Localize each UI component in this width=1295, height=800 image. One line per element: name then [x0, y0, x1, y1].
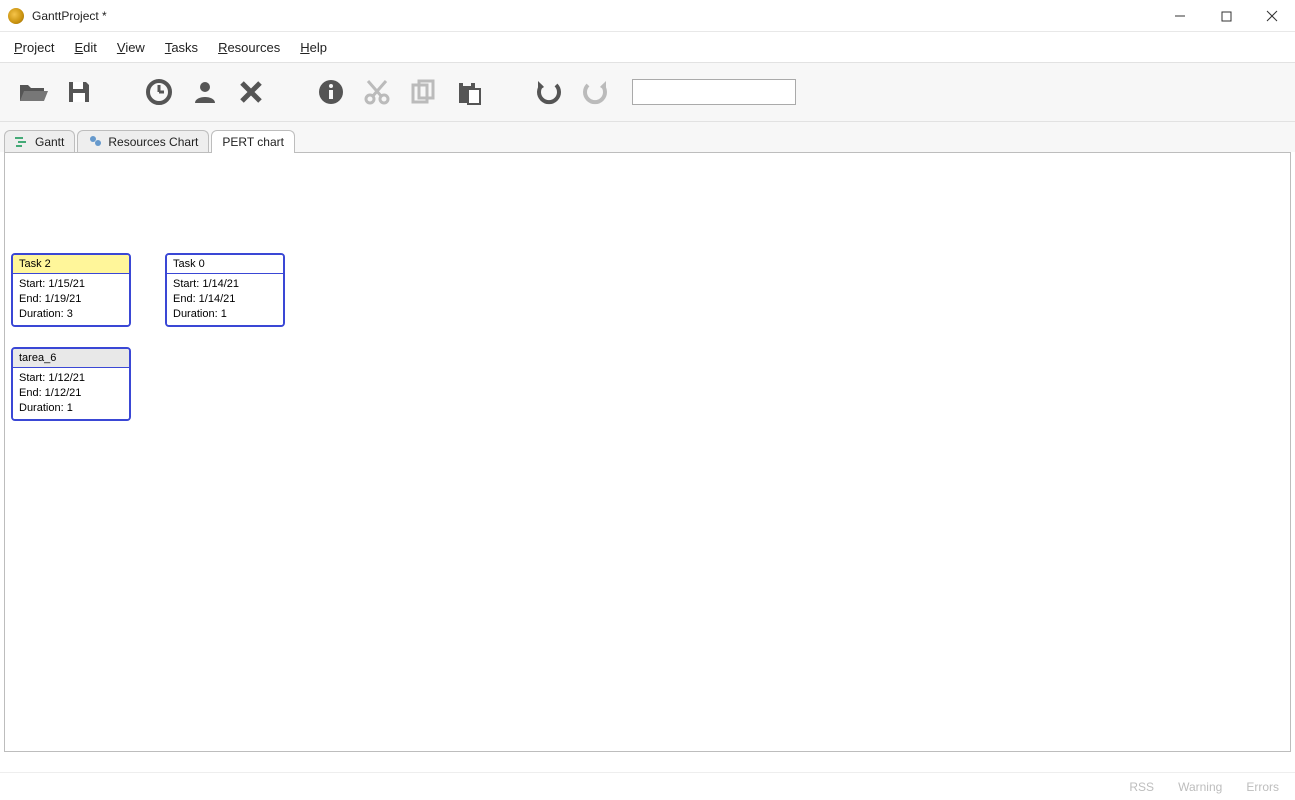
pert-node-title: tarea_6	[13, 349, 129, 368]
gantt-tab-icon	[15, 135, 29, 149]
statusbar: RSS Warning Errors	[0, 772, 1295, 800]
close-button[interactable]	[1249, 0, 1295, 32]
clock-icon	[146, 79, 172, 105]
paste-icon	[456, 79, 482, 105]
tab-pert-label: PERT chart	[222, 135, 284, 149]
pert-node-end: End: 1/14/21	[173, 292, 277, 307]
pert-node-end: End: 1/19/21	[19, 292, 123, 307]
pert-node-start: Start: 1/12/21	[19, 371, 123, 386]
app-logo-icon	[8, 8, 24, 24]
info-button[interactable]	[310, 71, 352, 113]
minimize-button[interactable]	[1157, 0, 1203, 32]
menu-help[interactable]: Help	[290, 36, 337, 59]
pert-node-body: Start: 1/12/21 End: 1/12/21 Duration: 1	[13, 368, 129, 419]
tab-gantt-label: Gantt	[35, 135, 64, 149]
search-input[interactable]	[632, 79, 796, 105]
maximize-button[interactable]	[1203, 0, 1249, 32]
menu-project[interactable]: Project	[4, 36, 64, 59]
delete-button[interactable]	[230, 71, 272, 113]
pert-chart-canvas[interactable]: Task 2 Start: 1/15/21 End: 1/19/21 Durat…	[4, 152, 1291, 752]
redo-button[interactable]	[574, 71, 616, 113]
paste-button[interactable]	[448, 71, 490, 113]
resource-button[interactable]	[184, 71, 226, 113]
undo-icon	[536, 79, 562, 105]
cut-button[interactable]	[356, 71, 398, 113]
status-warning[interactable]: Warning	[1178, 780, 1222, 794]
pert-node-duration: Duration: 1	[19, 401, 123, 416]
undo-button[interactable]	[528, 71, 570, 113]
menu-tasks[interactable]: Tasks	[155, 36, 208, 59]
toolbar	[0, 62, 1295, 122]
status-errors[interactable]: Errors	[1246, 780, 1279, 794]
tab-resources-label: Resources Chart	[108, 135, 198, 149]
open-button[interactable]	[12, 71, 54, 113]
tab-gantt[interactable]: Gantt	[4, 130, 75, 153]
pert-node-body: Start: 1/15/21 End: 1/19/21 Duration: 3	[13, 274, 129, 325]
copy-button[interactable]	[402, 71, 444, 113]
menu-resources[interactable]: Resources	[208, 36, 290, 59]
window-controls	[1157, 0, 1295, 31]
pert-node-duration: Duration: 1	[173, 307, 277, 322]
menu-edit[interactable]: Edit	[64, 36, 106, 59]
pert-node-title: Task 0	[167, 255, 283, 274]
info-icon	[318, 79, 344, 105]
pert-node-duration: Duration: 3	[19, 307, 123, 322]
pert-node-end: End: 1/12/21	[19, 386, 123, 401]
window-title: GanttProject *	[32, 9, 1157, 23]
redo-icon	[582, 79, 608, 105]
tab-strip: Gantt Resources Chart PERT chart	[0, 122, 1295, 152]
tab-pert-chart[interactable]: PERT chart	[211, 130, 295, 153]
close-icon	[1266, 10, 1278, 22]
save-button[interactable]	[58, 71, 100, 113]
menu-view[interactable]: View	[107, 36, 155, 59]
menubar: Project Edit View Tasks Resources Help	[0, 32, 1295, 62]
pert-node-body: Start: 1/14/21 End: 1/14/21 Duration: 1	[167, 274, 283, 325]
minimize-icon	[1174, 10, 1186, 22]
resources-tab-icon	[88, 135, 102, 149]
pert-node-task2[interactable]: Task 2 Start: 1/15/21 End: 1/19/21 Durat…	[11, 253, 131, 327]
status-rss[interactable]: RSS	[1129, 780, 1154, 794]
x-icon	[239, 80, 263, 104]
maximize-icon	[1221, 11, 1232, 22]
person-icon	[193, 79, 217, 105]
pert-node-title: Task 2	[13, 255, 129, 274]
recent-button[interactable]	[138, 71, 180, 113]
copy-icon	[410, 79, 436, 105]
titlebar: GanttProject *	[0, 0, 1295, 32]
pert-node-task0[interactable]: Task 0 Start: 1/14/21 End: 1/14/21 Durat…	[165, 253, 285, 327]
tab-resources-chart[interactable]: Resources Chart	[77, 130, 209, 153]
folder-open-icon	[18, 79, 48, 105]
pert-node-start: Start: 1/15/21	[19, 277, 123, 292]
scissors-icon	[364, 79, 390, 105]
save-icon	[66, 79, 92, 105]
pert-node-tarea6[interactable]: tarea_6 Start: 1/12/21 End: 1/12/21 Dura…	[11, 347, 131, 421]
pert-node-start: Start: 1/14/21	[173, 277, 277, 292]
